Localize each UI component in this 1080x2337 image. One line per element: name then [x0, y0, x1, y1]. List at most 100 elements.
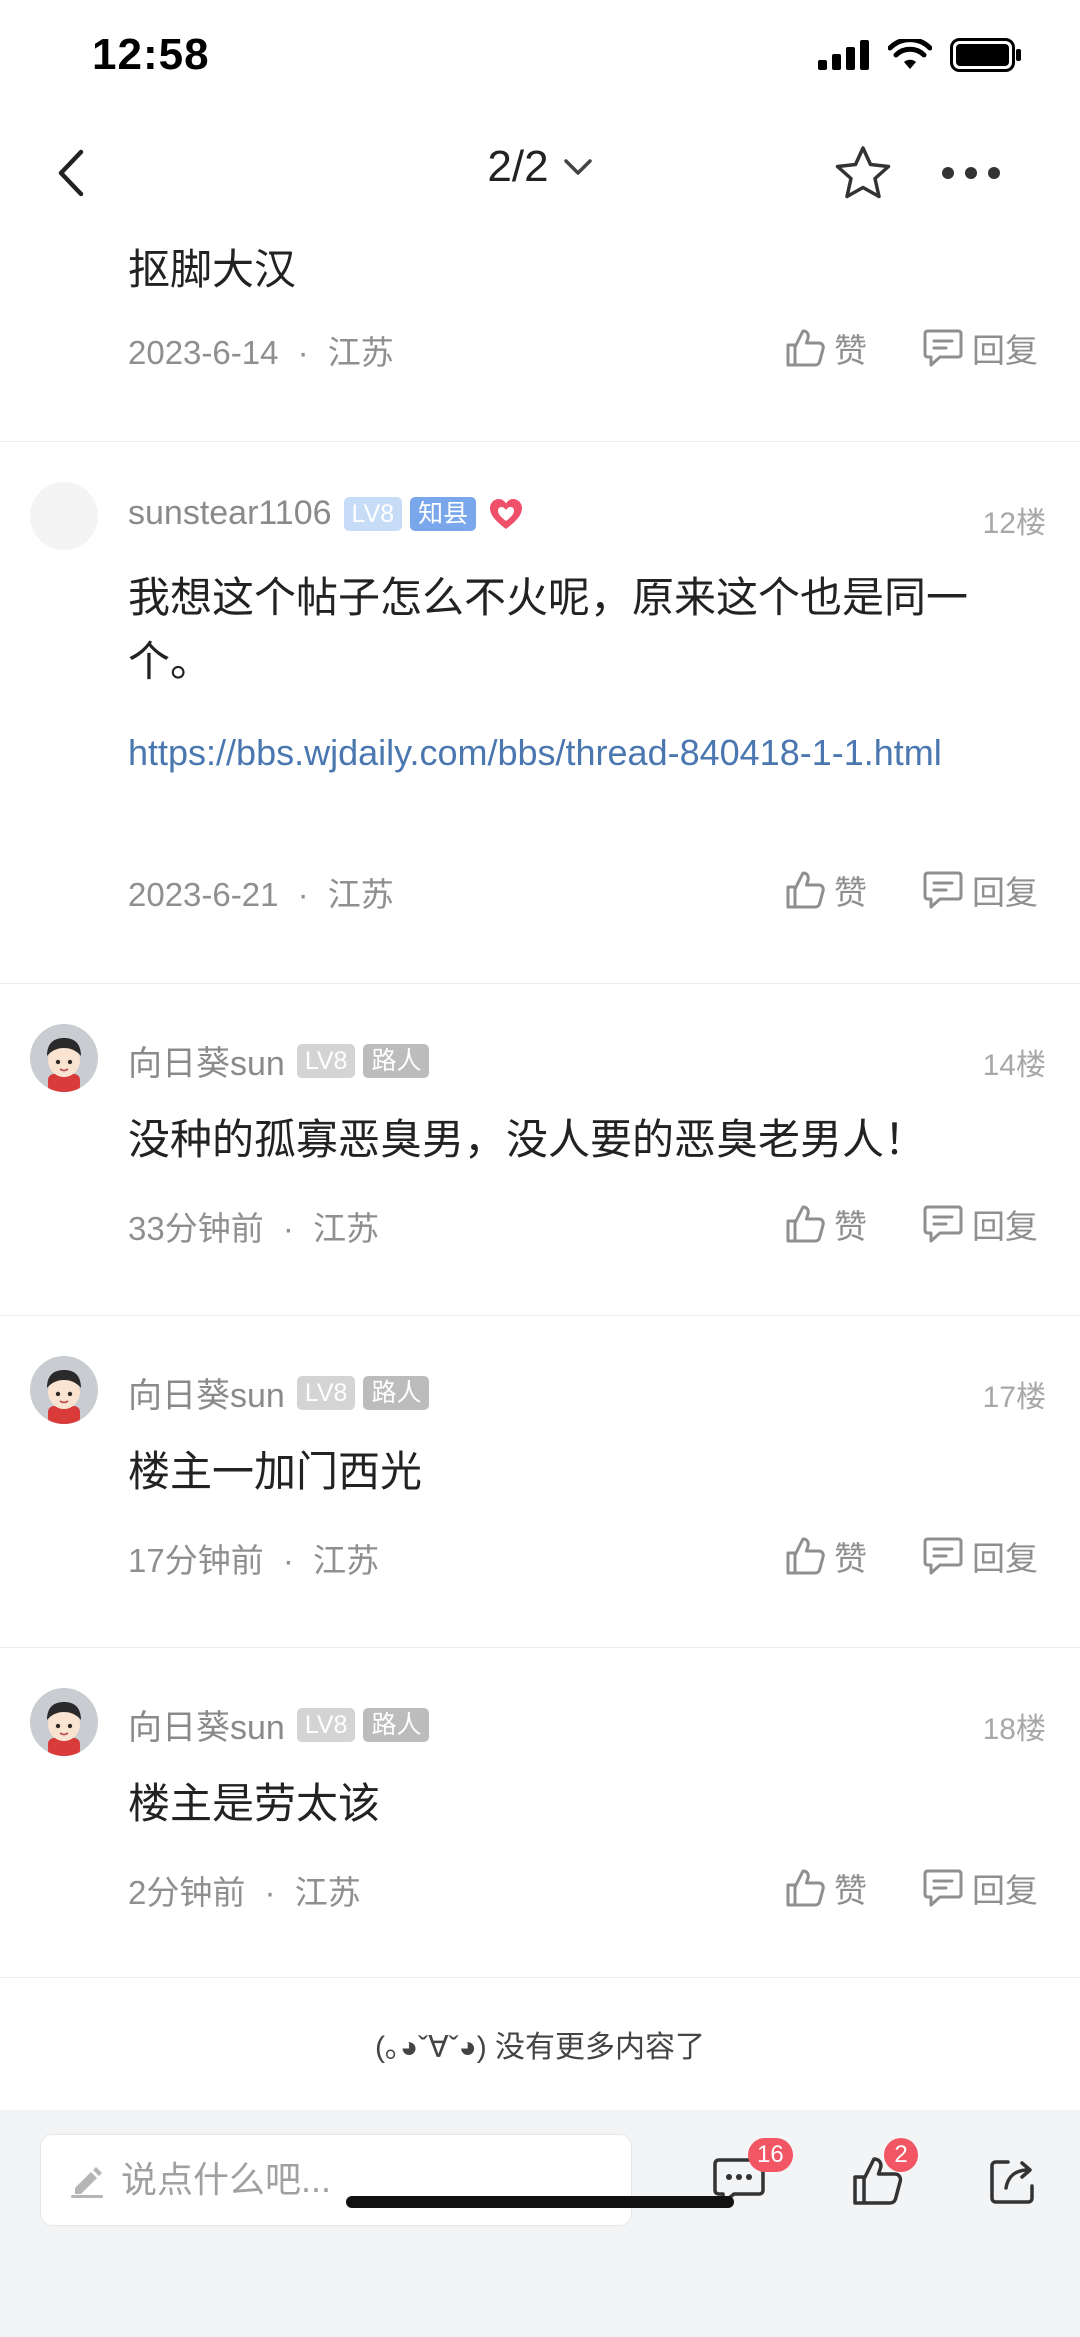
- cartoon-kid-avatar-icon: [47, 1038, 81, 1092]
- reply-button[interactable]: 回复: [922, 1200, 1038, 1248]
- like-button[interactable]: 赞: [784, 1532, 867, 1580]
- comment-text: 楼主是劳太该: [128, 1780, 381, 1827]
- meta-separator: ·: [297, 876, 309, 913]
- chevron-down-icon: [563, 159, 592, 175]
- comment-bubble-icon: [923, 1205, 963, 1243]
- comment-item: 抠脚大汉 2023-6-14 · 江苏 赞 回复: [0, 228, 1080, 442]
- like-label: 赞: [834, 1208, 867, 1245]
- comment-date: 33分钟前: [128, 1210, 264, 1247]
- user-row: 向日葵sun LV8 路人: [128, 1036, 430, 1085]
- like-label: 赞: [834, 1872, 867, 1909]
- thumbs-up-icon: [786, 1205, 825, 1243]
- comment-text: 没种的孤寡恶臭男，没人要的恶臭老男人！: [128, 1116, 927, 1163]
- comment-date: 2023-6-21: [128, 876, 279, 913]
- comment-link[interactable]: https://bbs.wjdaily.com/bbs/thread-84041…: [128, 724, 1028, 781]
- status-bar: 12:58: [0, 0, 1080, 118]
- avatar[interactable]: [30, 1688, 98, 1756]
- comment-item: 向日葵sun LV8 路人 18楼 楼主是劳太该 2分钟前 · 江苏 赞 回复: [0, 1648, 1080, 1978]
- comment-date: 17分钟前: [128, 1542, 264, 1579]
- thumbs-up-icon: [786, 1537, 825, 1575]
- comment-text: 我想这个帖子怎么不火呢，原来这个也是同一个。: [128, 574, 969, 685]
- floor-number: 18楼: [982, 1713, 1046, 1746]
- pencil-icon: [71, 2167, 103, 2198]
- comment-meta: 33分钟前 · 江苏: [128, 1202, 379, 1250]
- like-button[interactable]: 赞: [784, 866, 867, 914]
- role-badge: 路人: [363, 1707, 430, 1742]
- role-badge: 路人: [363, 1043, 430, 1078]
- like-button[interactable]: 赞: [784, 1200, 867, 1248]
- username[interactable]: 向日葵sun: [128, 1036, 285, 1085]
- level-badge: LV8: [296, 1375, 356, 1410]
- comment-text: 抠脚大汉: [128, 246, 297, 293]
- cartoon-kid-avatar-icon: [47, 1370, 81, 1424]
- like-button[interactable]: 赞: [784, 1864, 867, 1912]
- username[interactable]: 向日葵sun: [128, 1368, 285, 1417]
- comment-bubble-icon: [923, 1537, 963, 1575]
- cartoon-kid-avatar-icon: [47, 1702, 81, 1756]
- comment-date: 2分钟前: [128, 1874, 246, 1911]
- more-dots-icon: [942, 167, 1000, 179]
- thumbs-up-icon: [786, 329, 825, 367]
- page-selector[interactable]: 2/2: [0, 142, 1080, 192]
- nav-bar: 2/2: [0, 118, 1080, 228]
- meta-separator: ·: [282, 1542, 294, 1579]
- comment-location: 江苏: [313, 1542, 380, 1579]
- comment-bubble-icon: [923, 871, 963, 909]
- like-label: 赞: [834, 332, 867, 369]
- comment-location: 江苏: [327, 334, 394, 371]
- like-label: 赞: [834, 874, 867, 911]
- cellular-signal-icon: [818, 40, 869, 70]
- like-count-badge: 2: [884, 2138, 918, 2172]
- reply-label: 回复: [972, 1540, 1038, 1577]
- meta-separator: ·: [264, 1874, 276, 1911]
- comment-location: 江苏: [313, 1210, 380, 1247]
- battery-icon: [950, 38, 1021, 72]
- username[interactable]: 向日葵sun: [128, 1700, 285, 1749]
- floor-number: 14楼: [982, 1049, 1046, 1082]
- comment-location: 江苏: [294, 1874, 361, 1911]
- level-badge: LV8: [343, 496, 403, 531]
- comment-item: 向日葵sun LV8 路人 14楼 没种的孤寡恶臭男，没人要的恶臭老男人！ 33…: [0, 984, 1080, 1316]
- comment-meta: 2分钟前 · 江苏: [128, 1866, 361, 1914]
- reply-button[interactable]: 回复: [922, 324, 1038, 372]
- avatar[interactable]: [30, 1024, 98, 1092]
- comment-item: sunstear1106 LV8 知县 12楼 我想这个帖子怎么不火呢，原来这个…: [0, 442, 1080, 984]
- user-row: 向日葵sun LV8 路人: [128, 1368, 430, 1417]
- avatar[interactable]: [30, 482, 98, 550]
- more-button[interactable]: [938, 142, 1004, 204]
- comment-input-box[interactable]: [40, 2134, 632, 2226]
- comment-meta: 2023-6-21 · 江苏: [128, 868, 394, 916]
- heart-badge-icon: [490, 498, 523, 529]
- reply-label: 回复: [972, 1208, 1038, 1245]
- comment-count-badge: 16: [748, 2138, 793, 2172]
- user-row: sunstear1106 LV8 知县: [128, 494, 524, 533]
- level-badge: LV8: [296, 1707, 356, 1742]
- like-post-button[interactable]: 2: [842, 2138, 918, 2214]
- thumbs-up-icon: [786, 871, 825, 909]
- like-button[interactable]: 赞: [784, 324, 867, 372]
- username[interactable]: sunstear1106: [128, 494, 332, 533]
- favorite-button[interactable]: [832, 142, 894, 204]
- wifi-icon: [888, 39, 932, 69]
- comment-text: 楼主一加门西光: [128, 1448, 423, 1495]
- page-indicator: 2/2: [487, 142, 549, 191]
- share-icon: [990, 2160, 1034, 2204]
- comment-input[interactable]: [121, 2159, 601, 2201]
- avatar[interactable]: [30, 1356, 98, 1424]
- reply-label: 回复: [972, 874, 1038, 911]
- role-badge: 路人: [363, 1375, 430, 1410]
- status-time: 12:58: [92, 30, 210, 79]
- comment-meta: 2023-6-14 · 江苏: [128, 326, 394, 374]
- reply-button[interactable]: 回复: [922, 866, 1038, 914]
- reply-button[interactable]: 回复: [922, 1864, 1038, 1912]
- share-button[interactable]: [978, 2148, 1048, 2214]
- no-more-content-note: (｡◕ˇ∀ˇ◕) 没有更多内容了: [374, 2031, 706, 2064]
- reply-button[interactable]: 回复: [922, 1532, 1038, 1580]
- bottom-bar: 16 2: [0, 2110, 1080, 2337]
- reply-label: 回复: [972, 1872, 1038, 1909]
- role-badge: 知县: [410, 496, 477, 531]
- comment-bubble-icon: [923, 329, 963, 367]
- thumbs-up-icon: [786, 1869, 825, 1907]
- reply-label: 回复: [972, 332, 1038, 369]
- meta-separator: ·: [297, 334, 309, 371]
